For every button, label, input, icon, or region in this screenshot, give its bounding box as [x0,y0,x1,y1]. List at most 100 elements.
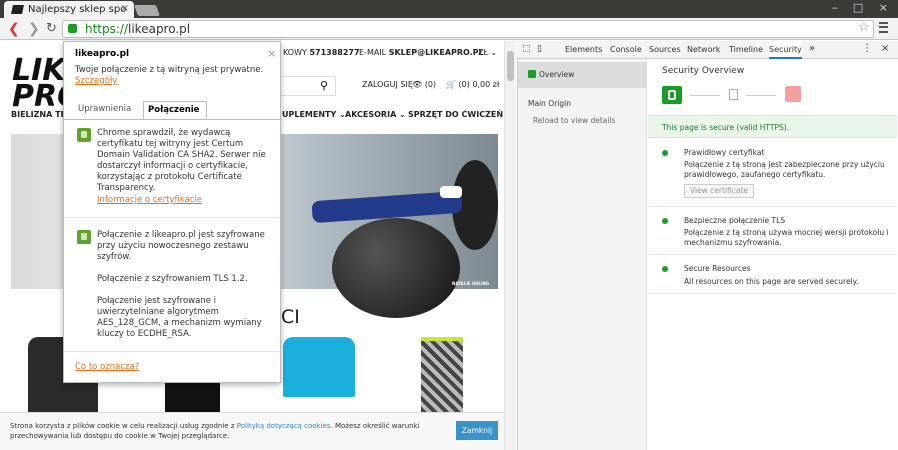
inspect-element-icon[interactable]: ⬚ [522,44,531,54]
url-host: likeapro.pl [128,22,191,36]
item-divider [648,293,897,294]
nav-item-equipment[interactable]: SPRZĘT DO ĆWICZEŃ ⌄ [408,110,513,119]
nav-label: UPLEMENTY [282,110,337,119]
devtools-menu-icon[interactable]: ⋮ [862,43,872,54]
tab-permissions[interactable]: Uprawnienia [75,101,145,118]
indicator-line [690,95,720,96]
more-tabs-button[interactable]: » [809,43,815,54]
url-scheme: https:// [85,22,129,36]
item-desc: Połączenie z tą stroną używa mocnej wers… [684,228,889,247]
tab-console[interactable]: Console [610,45,642,54]
item-title: Bezpieczne połączenie TLS [684,216,786,225]
wishlist[interactable]: 👁 (0) [412,80,436,89]
email-info: E-MAIL SKLEP@LIKEAPRO.PL [359,48,484,57]
cart-total: (0) 0,00 zł [458,80,500,89]
tab-divider [64,119,280,120]
security-overview-title: Security Overview [662,66,745,76]
cert-info-link[interactable]: Informacje o certyfikacie [97,195,202,205]
login-link[interactable]: ZALOGUJ SIĘ [362,80,413,89]
reload-icon[interactable]: ↻ [46,21,57,36]
cipher-description: Połączenie jest szyfrowane i uwierzyteln… [97,296,262,339]
browser-tab[interactable]: Najlepszy sklep spo × [4,1,134,18]
search-icon[interactable]: ⚲ [320,79,328,92]
nav-item-supplements[interactable]: UPLEMENTY ⌄ [282,110,346,119]
cookie-close-button[interactable]: Zamknij [456,421,498,440]
tab-close-icon[interactable]: × [121,3,129,14]
insecure-lock-icon [785,86,801,102]
details-link[interactable]: Szczegóły [75,76,117,86]
item-title: Secure Resources [684,264,751,273]
item-divider [648,206,897,207]
devtools-close-icon[interactable]: × [881,43,889,54]
page-scrollbar[interactable] [504,41,516,450]
phone-label: KOWY [283,48,307,57]
sidebar-overview-label: Overview [539,70,575,79]
hero-shoe [440,186,462,198]
tls-description: Połączenie z szyfrowaniem TLS 1.2. [97,274,248,284]
nav-label: AKCESORIA [345,110,397,119]
phone-info: KOWY 571388277 [283,48,360,57]
cart-icon: 🛒 [446,80,456,89]
address-bar[interactable]: https://likeapro.pl [62,20,874,38]
indicator-line [746,95,776,96]
tab-elements[interactable]: Elements [565,45,602,54]
status-dot [662,266,668,272]
window-controls[interactable]: – □ × [832,1,894,14]
encryption-description: Połączenie z likeapro.pl jest szyfrowane… [97,230,265,262]
tab-connection[interactable]: Połączenie [143,101,207,119]
tab-title: Najlepszy sklep spo [28,4,127,15]
site-favicon-icon [11,5,24,14]
popup-divider [64,217,280,218]
site-info-popup: likeapro.pl × Twoje połączenie z tą witr… [63,41,281,383]
currency-label: ZŁ [478,48,488,57]
item-title: Prawidłowy certyfikat [684,148,765,157]
what-does-it-mean-link[interactable]: Co to oznacza? [75,362,139,372]
phone-number: 571388277 [309,48,360,57]
currency-select[interactable]: ZŁ ⌄ [478,48,497,57]
secure-lock-icon[interactable] [68,24,77,33]
tab-network[interactable]: Network [687,45,720,54]
section-heading: CI [281,306,300,328]
browser-menu-icon[interactable] [879,22,888,33]
popup-domain: likeapro.pl [75,49,130,59]
product-image[interactable] [283,337,355,397]
popup-private-message: Twoje połączenie z tą witryną jest prywa… [75,65,264,75]
lock-glyph [668,90,676,100]
secure-square-icon [528,70,536,78]
forward-arrow-icon[interactable]: ❯ [28,21,40,37]
tab-security[interactable]: Security [769,41,802,59]
cookie-text: Strona korzysta z plików cookie w celu r… [10,421,450,441]
item-divider [648,254,897,255]
cart[interactable]: 🛒 (0) 0,00 zł [446,80,499,89]
tab-sources[interactable]: Sources [649,45,681,54]
hero-ball [332,218,460,318]
nav-label: SPRZĘT DO ĆWICZEŃ [408,110,504,119]
tab-timeline[interactable]: Timeline [729,45,763,54]
nav-item-accessories[interactable]: AKCESORIA ⌄ [345,110,406,119]
cookie-text-a: Strona korzysta z plików cookie w celu r… [10,422,235,430]
wishlist-count: (0) [424,80,437,89]
sidebar-reload-hint: Reload to view details [533,116,616,125]
status-dot [662,150,668,156]
sidebar-main-origin: Main Origin [528,99,571,108]
product-image[interactable] [421,337,463,412]
sidebar-item-overview[interactable] [518,62,647,88]
scrollbar-thumb[interactable] [507,51,514,81]
close-icon[interactable]: × [267,47,276,60]
view-certificate-button[interactable]: View certificate [684,184,754,198]
cookie-bar: Strona korzysta z plików cookie w celu r… [0,412,504,450]
item-desc: Połączenie z tą stroną jest zabezpieczon… [684,160,885,179]
eye-icon: 👁 [412,80,423,89]
new-tab-button[interactable] [133,5,161,16]
bookmark-star-icon[interactable]: ☆ [858,20,870,35]
cookie-policy-link[interactable]: Polityką dotyczącą cookies. [237,422,333,430]
lock-icon [77,128,91,142]
item-desc: All resources on this page are served se… [684,277,859,286]
info-page-icon [729,89,738,100]
cert-description: Chrome sprawdził, że wydawcą certyfikatu… [97,128,266,193]
status-dot [662,218,668,224]
email-address[interactable]: SKLEP@LIKEAPRO.PL [389,48,484,57]
popup-divider [64,351,280,352]
device-mode-icon[interactable]: ▯ [537,44,542,54]
back-arrow-icon[interactable]: ❮ [8,21,20,37]
